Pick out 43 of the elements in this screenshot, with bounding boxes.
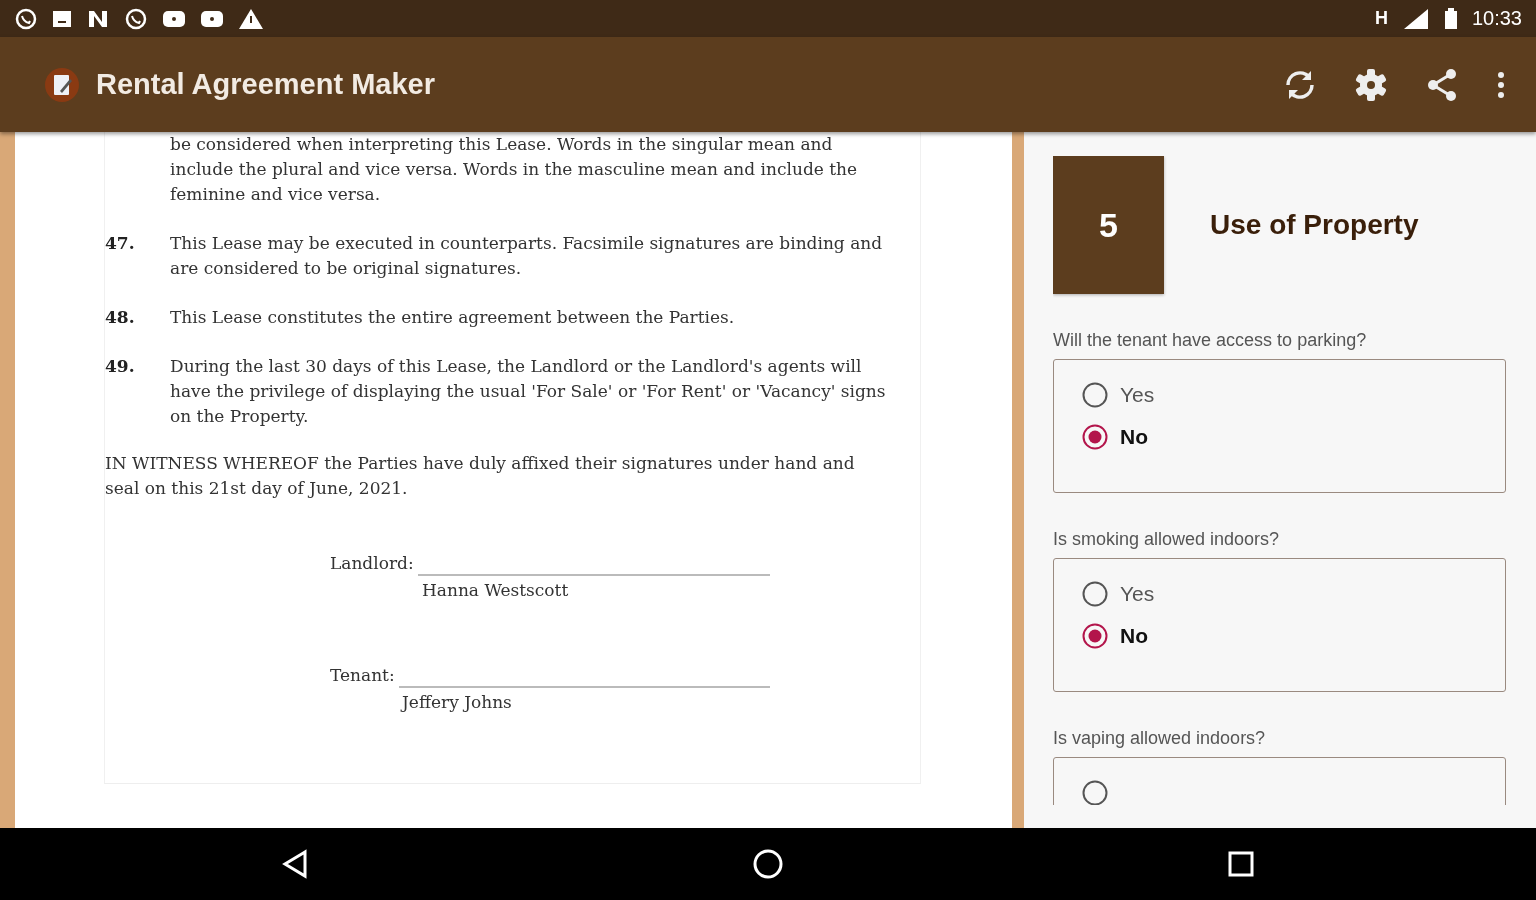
video-icon <box>162 9 186 28</box>
battery-icon <box>1443 7 1458 30</box>
step-title: Use of Property <box>1210 209 1419 241</box>
more-icon[interactable] <box>1496 69 1506 100</box>
app-title: Rental Agreement Maker <box>96 68 435 101</box>
radio-icon[interactable] <box>1082 780 1108 805</box>
question-label: Is smoking allowed indoors? <box>1053 529 1281 550</box>
warning-icon <box>238 7 264 30</box>
question-label: Will the tenant have access to parking? <box>1053 330 1368 351</box>
clause-text: This Lease constitutes the entire agreement between the Parties. <box>170 306 736 329</box>
clause-number: 47. <box>105 232 136 255</box>
home-icon[interactable] <box>752 848 784 880</box>
signature-label: Landlord: <box>330 552 414 575</box>
paragraph: be considered when interpreting this Lease. Words in the singular mean and include the plural and vice versa. Words in the masculine mean and include the feminine and vice versa. <box>170 133 859 206</box>
network-type: H <box>1374 8 1388 29</box>
radio-option[interactable]: No <box>1082 424 1505 450</box>
clause-number: 49. <box>105 355 136 378</box>
clause-text: During the last 30 days of this Lease, the Landlord or the Landlord's agents will have the privilege of displaying the usual 'For Sale' or 'For Rent' or 'Vacancy' signs on the Property. <box>170 355 887 428</box>
signature-label: Tenant: <box>330 664 395 687</box>
overview-icon[interactable] <box>1226 850 1255 878</box>
witness-text: IN WITNESS WHEREOF the Parties have duly affixed their signatures under hand and seal on this 21st day of June, 2021. <box>105 452 856 500</box>
back-icon[interactable] <box>281 849 310 879</box>
radio-icon <box>1082 581 1108 607</box>
radio-icon <box>1082 424 1108 450</box>
chat-icon <box>14 6 38 31</box>
clause-text: This Lease may be executed in counterparts. Facsimile signatures are binding and are considered to be original signatures. <box>170 232 884 280</box>
radio-icon <box>1082 623 1108 649</box>
radio-option[interactable]: Yes <box>1082 382 1505 408</box>
step-number: 5 <box>1053 156 1164 294</box>
question-label: Is vaping allowed indoors? <box>1053 728 1267 749</box>
video-icon <box>200 9 224 28</box>
radio-icon <box>1082 382 1108 408</box>
radio-option[interactable]: Yes <box>1082 581 1505 607</box>
clause-number: 48. <box>105 306 136 329</box>
signer-name: Jeffery Johns <box>399 691 513 714</box>
radio-option[interactable]: No <box>1082 623 1505 649</box>
settings-icon[interactable] <box>1354 67 1388 102</box>
chat-icon <box>124 6 148 31</box>
document-icon <box>44 66 80 103</box>
signer-name: Hanna Westscott <box>421 579 570 602</box>
clock: 10:33 <box>1471 7 1522 30</box>
image-icon <box>52 8 72 29</box>
n-icon <box>86 8 110 29</box>
